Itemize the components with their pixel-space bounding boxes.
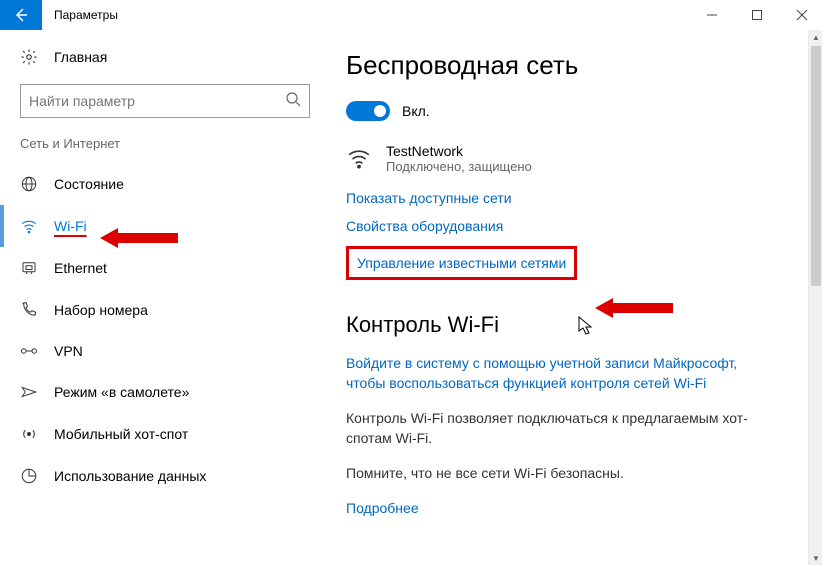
wifi-icon [346, 143, 372, 176]
sidebar-item-datausage[interactable]: Использование данных [0, 455, 330, 497]
info-text: Помните, что не все сети Wi-Fi безопасны… [346, 464, 766, 484]
sidebar-item-label: VPN [54, 343, 83, 359]
back-button[interactable] [0, 0, 42, 30]
scrollbar[interactable]: ▲ ▼ [808, 30, 822, 565]
show-networks-link[interactable]: Показать доступные сети [346, 190, 794, 206]
sidebar-item-airplane[interactable]: Режим «в самолете» [0, 371, 330, 413]
titlebar: Параметры [0, 0, 824, 30]
more-link[interactable]: Подробнее [346, 500, 794, 516]
scroll-thumb[interactable] [811, 46, 821, 286]
window-title: Параметры [42, 8, 689, 22]
sidebar: Главная Сеть и Интернет Состояние Wi-Fi … [0, 30, 330, 567]
toggle-label: Вкл. [402, 103, 430, 119]
scroll-down-icon[interactable]: ▼ [809, 551, 823, 565]
sidebar-item-label: Состояние [54, 176, 124, 192]
sidebar-item-ethernet[interactable]: Ethernet [0, 247, 330, 289]
sidebar-item-vpn[interactable]: VPN [0, 331, 330, 371]
phone-icon [20, 301, 38, 319]
home-label: Главная [54, 49, 107, 65]
network-status: Подключено, защищено [386, 159, 532, 174]
signin-link[interactable]: Войдите в систему с помощью учетной запи… [346, 354, 766, 393]
search-field[interactable] [29, 93, 285, 109]
network-name: TestNetwork [386, 143, 532, 159]
sidebar-item-label: Мобильный хот-спот [54, 426, 188, 442]
connected-network[interactable]: TestNetwork Подключено, защищено [346, 143, 794, 176]
wifi-toggle[interactable] [346, 101, 390, 121]
search-icon [285, 91, 301, 112]
search-input[interactable] [20, 84, 310, 118]
section-label: Сеть и Интернет [0, 136, 330, 163]
vpn-icon [20, 344, 38, 358]
window-controls [689, 0, 824, 30]
airplane-icon [20, 383, 38, 401]
section-heading: Контроль Wi-Fi [346, 312, 794, 338]
hotspot-icon [20, 425, 38, 443]
manage-known-networks-link[interactable]: Управление известными сетями [346, 246, 577, 280]
maximize-button[interactable] [734, 0, 779, 30]
sidebar-item-label: Ethernet [54, 260, 107, 276]
gear-icon [20, 48, 38, 66]
sidebar-item-label: Режим «в самолете» [54, 384, 189, 400]
hardware-props-link[interactable]: Свойства оборудования [346, 218, 794, 234]
wifi-icon [20, 217, 38, 235]
sidebar-item-status[interactable]: Состояние [0, 163, 330, 205]
info-text: Контроль Wi-Fi позволяет подключаться к … [346, 409, 766, 448]
home-button[interactable]: Главная [0, 48, 330, 84]
ethernet-icon [20, 259, 38, 277]
globe-icon [20, 175, 38, 193]
main-content: Беспроводная сеть Вкл. TestNetwork Подкл… [330, 30, 824, 567]
sidebar-item-hotspot[interactable]: Мобильный хот-спот [0, 413, 330, 455]
sidebar-item-wifi[interactable]: Wi-Fi [0, 205, 330, 247]
sidebar-item-label: Набор номера [54, 302, 148, 318]
data-icon [20, 467, 38, 485]
minimize-button[interactable] [689, 0, 734, 30]
close-button[interactable] [779, 0, 824, 30]
sidebar-item-label: Использование данных [54, 468, 206, 484]
page-title: Беспроводная сеть [346, 50, 794, 81]
scroll-up-icon[interactable]: ▲ [809, 30, 823, 44]
sidebar-item-label: Wi-Fi [54, 218, 87, 234]
sidebar-item-dialup[interactable]: Набор номера [0, 289, 330, 331]
